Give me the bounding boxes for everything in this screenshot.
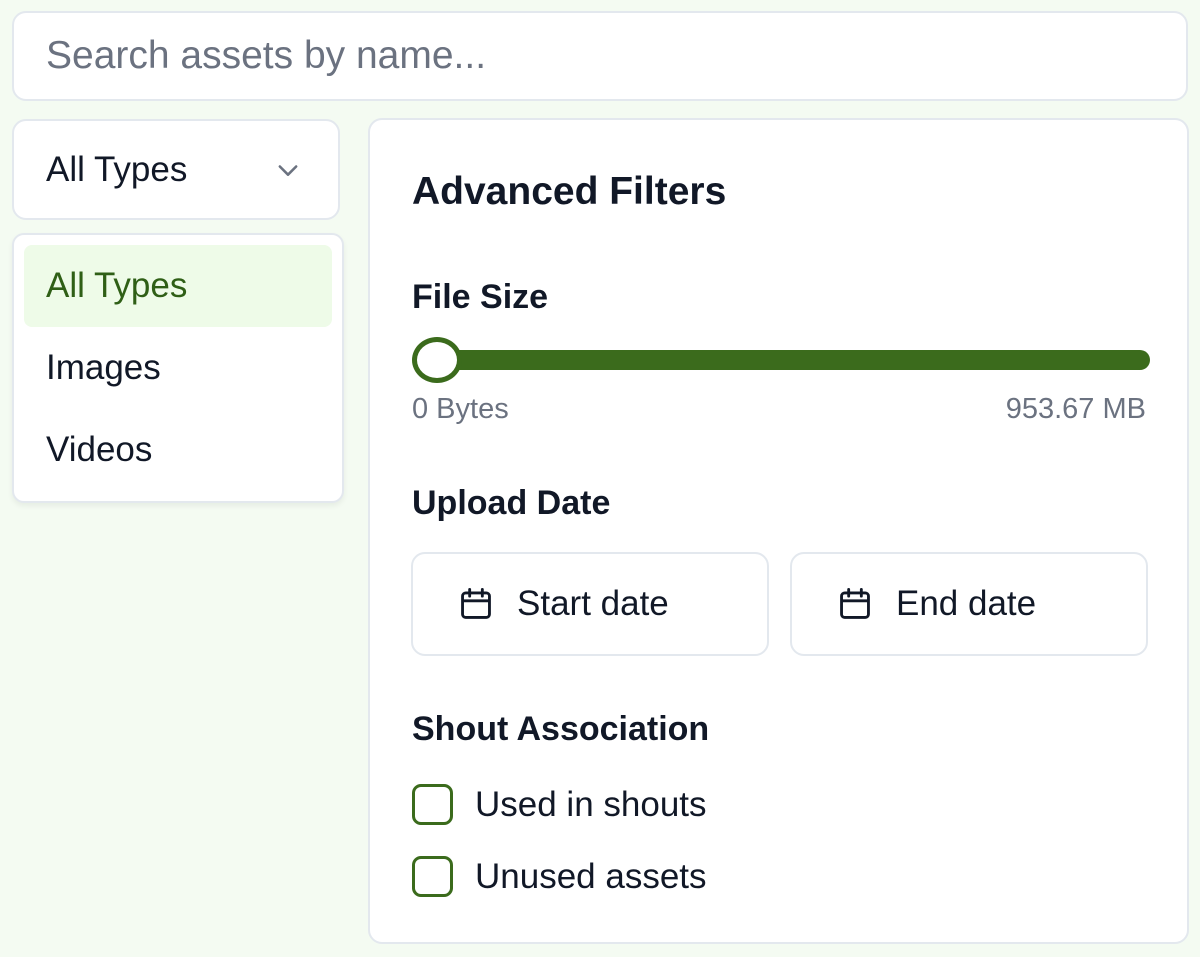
start-date-label: Start date bbox=[517, 584, 669, 623]
calendar-icon bbox=[840, 588, 870, 619]
type-filter-menu: All Types Images Videos bbox=[12, 233, 344, 503]
end-date-label: End date bbox=[896, 584, 1037, 623]
unused-assets-checkbox[interactable] bbox=[412, 856, 453, 897]
file-size-slider[interactable] bbox=[412, 337, 1150, 383]
unused-assets-option[interactable]: Unused assets bbox=[412, 856, 707, 897]
upload-date-label: Upload Date bbox=[412, 484, 611, 522]
unused-assets-label: Unused assets bbox=[475, 856, 707, 896]
type-option-images[interactable]: Images bbox=[24, 327, 332, 409]
file-size-slider-track[interactable] bbox=[416, 350, 1150, 370]
advanced-filters-title: Advanced Filters bbox=[412, 170, 727, 213]
asset-filter-page: All Types All Types Images Videos Advanc… bbox=[0, 0, 1200, 957]
start-date-button[interactable]: Start date bbox=[411, 552, 769, 656]
file-size-slider-thumb[interactable] bbox=[412, 337, 462, 383]
search-input[interactable] bbox=[46, 34, 1186, 78]
used-in-shouts-label: Used in shouts bbox=[475, 784, 707, 824]
used-in-shouts-checkbox[interactable] bbox=[412, 784, 453, 825]
calendar-icon bbox=[461, 588, 491, 619]
used-in-shouts-option[interactable]: Used in shouts bbox=[412, 784, 707, 825]
shout-association-label: Shout Association bbox=[412, 710, 710, 748]
type-filter-select[interactable]: All Types bbox=[12, 119, 340, 220]
advanced-filters-panel: Advanced Filters File Size 0 Bytes 953.6… bbox=[368, 118, 1189, 944]
type-option-all-types[interactable]: All Types bbox=[24, 245, 332, 327]
file-size-label: File Size bbox=[412, 278, 549, 316]
file-size-min-label: 0 Bytes bbox=[412, 393, 509, 425]
type-filter-selected-label: All Types bbox=[46, 149, 188, 189]
type-option-videos[interactable]: Videos bbox=[24, 409, 332, 491]
chevron-down-icon bbox=[278, 164, 298, 176]
search-box bbox=[12, 11, 1188, 101]
end-date-button[interactable]: End date bbox=[790, 552, 1148, 656]
file-size-max-label: 953.67 MB bbox=[1005, 393, 1146, 425]
